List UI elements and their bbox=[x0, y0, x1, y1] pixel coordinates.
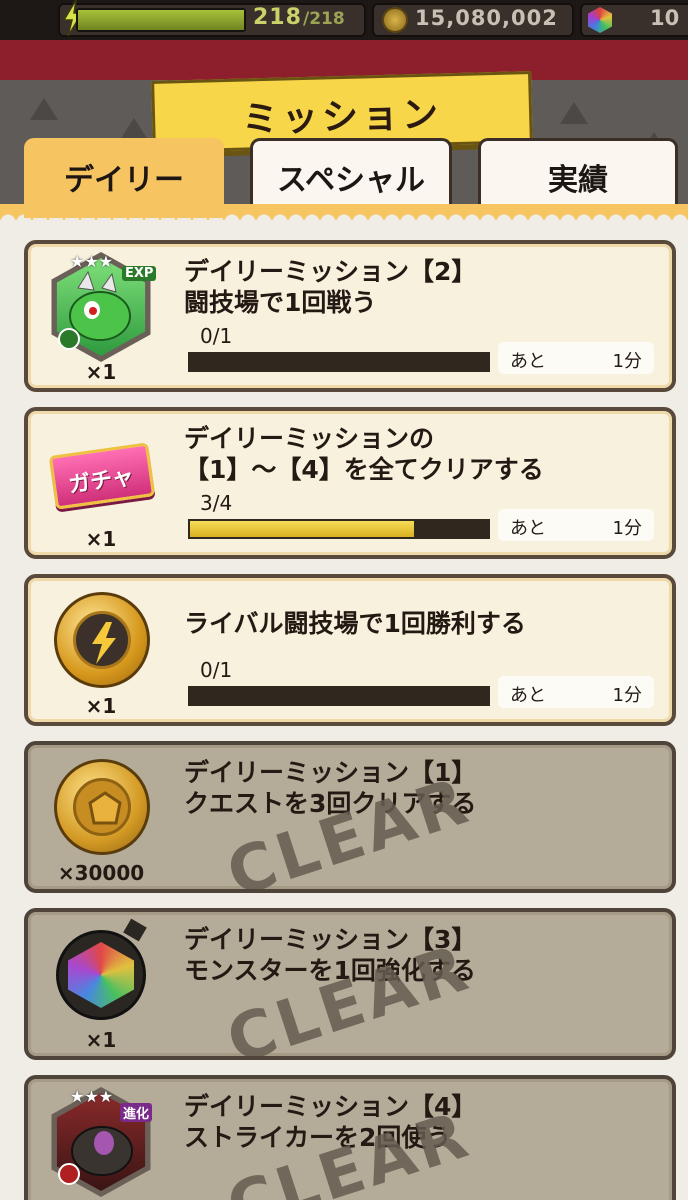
mission-progress-text: 0/1 bbox=[200, 658, 233, 682]
reward-quantity: ×30000 bbox=[57, 861, 145, 885]
rainbow-gem-icon bbox=[46, 918, 156, 1030]
coin-count: 15,080,002 bbox=[415, 6, 558, 30]
stamina-bar bbox=[76, 8, 246, 32]
mission-card[interactable]: ガチャ ×1 デイリーミッションの 【1】～【4】を全てクリアする 3/4 あと… bbox=[24, 407, 676, 559]
rival-medal-icon bbox=[46, 586, 156, 696]
time-remaining: あと 1分 bbox=[498, 342, 654, 374]
mission-title: デイリーミッション【2】 闘技場で1回戦う bbox=[184, 257, 477, 317]
page-title: ミッション bbox=[241, 94, 443, 141]
tab-achievements[interactable]: 実績 bbox=[478, 138, 678, 204]
stamina-value: 218 bbox=[253, 5, 302, 30]
mission-progress-bar bbox=[188, 519, 490, 539]
time-remaining: あと 1分 bbox=[498, 509, 654, 541]
gem-count: 10 bbox=[650, 6, 680, 30]
mission-progress-text: 3/4 bbox=[200, 491, 233, 515]
reward-quantity: ×1 bbox=[85, 1028, 117, 1052]
exp-monster-icon: ★★★ EXP bbox=[46, 252, 157, 362]
tab-special[interactable]: スペシャル bbox=[250, 138, 452, 204]
reward-quantity: ×1 bbox=[85, 694, 117, 718]
coin-icon bbox=[382, 7, 408, 33]
mission-title: デイリーミッションの 【1】～【4】を全てクリアする bbox=[184, 424, 544, 484]
time-remaining: あと 1分 bbox=[498, 676, 654, 708]
reward-quantity: ×1 bbox=[85, 527, 117, 551]
mission-card[interactable]: ×1 ライバル闘技場で1回勝利する 0/1 あと 1分 bbox=[24, 574, 676, 726]
mission-progress-text: 0/1 bbox=[200, 324, 233, 348]
gold-coin-icon bbox=[46, 753, 156, 863]
mission-title: ライバル闘技場で1回勝利する bbox=[184, 609, 526, 638]
mission-card-cleared[interactable]: ×30000 デイリーミッション【1】 クエストを3回クリアする CLEAR bbox=[24, 741, 676, 893]
status-bar: 218 /218 15,080,002 10 bbox=[0, 0, 688, 40]
mission-progress-bar bbox=[188, 352, 490, 372]
mission-card-cleared[interactable]: ×1 デイリーミッション【3】 モンスターを1回強化する CLEAR bbox=[24, 908, 676, 1060]
evolution-monster-icon: ★★★ 進化 bbox=[46, 1087, 156, 1197]
tab-daily[interactable]: デイリー bbox=[24, 138, 224, 218]
mission-card[interactable]: ★★★ EXP ×1 デイリーミッション【2】 闘技場で1回戦う 0/1 あと … bbox=[24, 240, 676, 392]
gacha-ticket-icon: ガチャ bbox=[46, 419, 156, 529]
reward-quantity: ×1 bbox=[85, 360, 117, 384]
mission-card-cleared[interactable]: ★★★ 進化 デイリーミッション【4】 ストライカーを2回使う CLEAR bbox=[24, 1075, 676, 1200]
mission-progress-bar bbox=[188, 686, 490, 706]
stamina-max: /218 bbox=[303, 9, 345, 29]
